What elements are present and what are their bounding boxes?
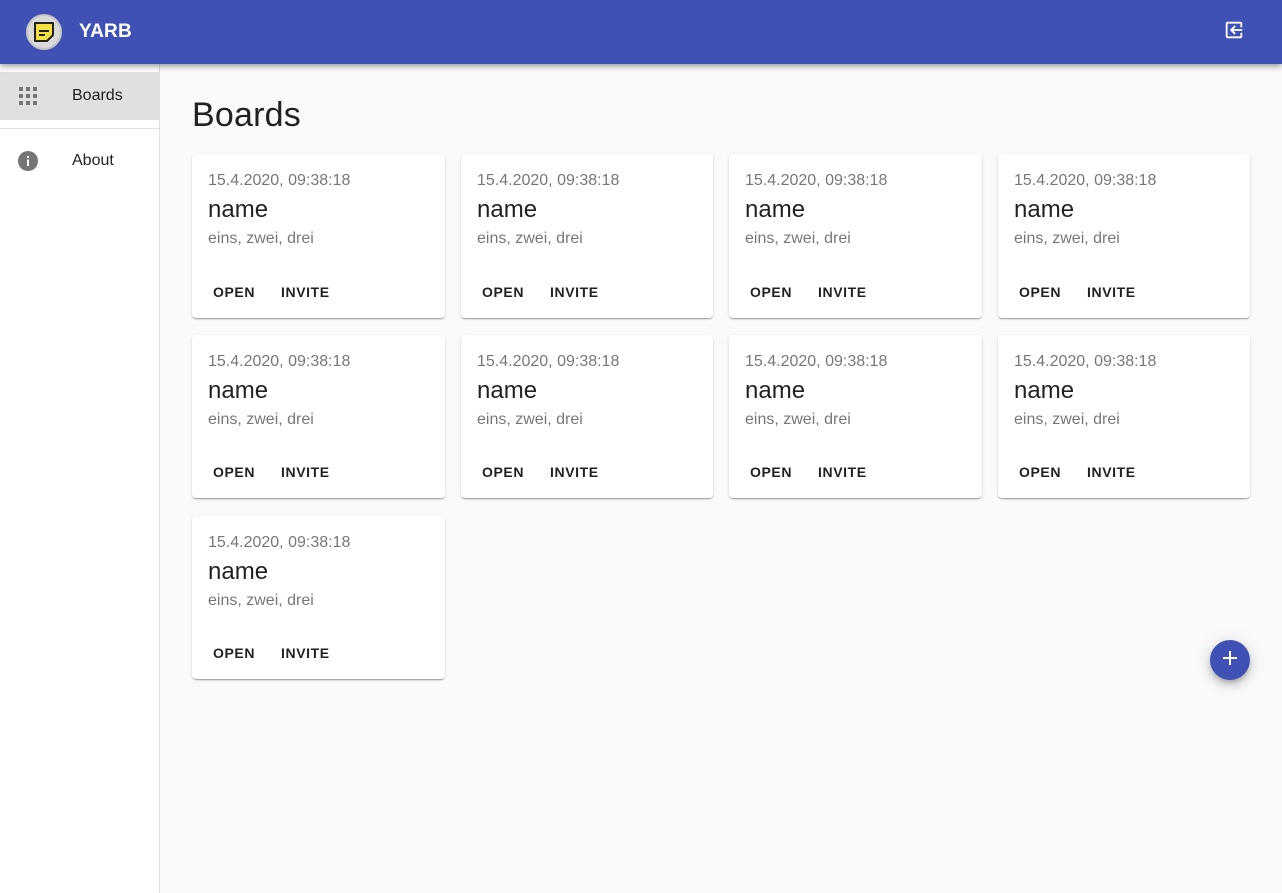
board-date: 15.4.2020, 09:38:18 (1014, 172, 1156, 190)
sticky-note-icon (26, 14, 62, 50)
apps-grid-icon (18, 86, 38, 106)
board-tags: eins, zwei, drei (477, 411, 583, 429)
board-card: 15.4.2020, 09:38:18 name eins, zwei, dre… (998, 154, 1250, 318)
exit-to-app-icon (1223, 19, 1245, 46)
board-date: 15.4.2020, 09:38:18 (1014, 353, 1156, 371)
board-tags: eins, zwei, drei (1014, 411, 1120, 429)
open-button[interactable]: OPEN (205, 456, 263, 488)
sidebar: Boards About (0, 64, 160, 893)
board-tags: eins, zwei, drei (1014, 230, 1120, 248)
board-card: 15.4.2020, 09:38:18 name eins, zwei, dre… (729, 335, 982, 498)
sidebar-item-label: About (72, 152, 114, 170)
board-name: name (1014, 196, 1074, 224)
sidebar-divider (0, 128, 159, 129)
invite-button[interactable]: INVITE (273, 456, 338, 488)
board-name: name (745, 377, 805, 405)
board-date: 15.4.2020, 09:38:18 (477, 172, 619, 190)
open-button[interactable]: OPEN (1011, 276, 1069, 308)
sidebar-item-label: Boards (72, 87, 123, 105)
open-button[interactable]: OPEN (474, 276, 532, 308)
board-card: 15.4.2020, 09:38:18 name eins, zwei, dre… (192, 335, 445, 498)
board-date: 15.4.2020, 09:38:18 (208, 353, 350, 371)
sidebar-item-about[interactable]: About (0, 137, 159, 185)
board-name: name (745, 196, 805, 224)
board-date: 15.4.2020, 09:38:18 (208, 534, 350, 552)
invite-button[interactable]: INVITE (1079, 276, 1144, 308)
board-tags: eins, zwei, drei (208, 230, 314, 248)
app-bar: YARB (0, 0, 1282, 64)
board-tags: eins, zwei, drei (208, 592, 314, 610)
invite-button[interactable]: INVITE (1079, 456, 1144, 488)
board-date: 15.4.2020, 09:38:18 (477, 353, 619, 371)
board-date: 15.4.2020, 09:38:18 (745, 172, 887, 190)
board-name: name (208, 196, 268, 224)
board-card: 15.4.2020, 09:38:18 name eins, zwei, dre… (729, 154, 982, 318)
board-name: name (477, 196, 537, 224)
board-date: 15.4.2020, 09:38:18 (208, 172, 350, 190)
logout-button[interactable] (1210, 8, 1258, 56)
invite-button[interactable]: INVITE (273, 276, 338, 308)
invite-button[interactable]: INVITE (542, 456, 607, 488)
sidebar-item-boards[interactable]: Boards (0, 72, 159, 120)
board-tags: eins, zwei, drei (477, 230, 583, 248)
invite-button[interactable]: INVITE (542, 276, 607, 308)
board-tags: eins, zwei, drei (745, 411, 851, 429)
open-button[interactable]: OPEN (205, 276, 263, 308)
board-tags: eins, zwei, drei (745, 230, 851, 248)
board-card: 15.4.2020, 09:38:18 name eins, zwei, dre… (461, 335, 713, 498)
board-name: name (208, 558, 268, 586)
board-name: name (208, 377, 268, 405)
board-card: 15.4.2020, 09:38:18 name eins, zwei, dre… (192, 154, 445, 318)
invite-button[interactable]: INVITE (810, 456, 875, 488)
add-icon (1221, 649, 1239, 672)
open-button[interactable]: OPEN (742, 456, 800, 488)
info-icon (18, 151, 38, 171)
open-button[interactable]: OPEN (474, 456, 532, 488)
open-button[interactable]: OPEN (205, 637, 263, 669)
add-board-button[interactable] (1210, 640, 1250, 680)
open-button[interactable]: OPEN (1011, 456, 1069, 488)
board-name: name (477, 377, 537, 405)
board-date: 15.4.2020, 09:38:18 (745, 353, 887, 371)
open-button[interactable]: OPEN (742, 276, 800, 308)
board-card: 15.4.2020, 09:38:18 name eins, zwei, dre… (998, 335, 1250, 498)
app-title: YARB (79, 21, 132, 43)
board-card: 15.4.2020, 09:38:18 name eins, zwei, dre… (461, 154, 713, 318)
board-card: 15.4.2020, 09:38:18 name eins, zwei, dre… (192, 516, 445, 679)
board-tags: eins, zwei, drei (208, 411, 314, 429)
page-title: Boards (192, 96, 301, 135)
invite-button[interactable]: INVITE (273, 637, 338, 669)
board-name: name (1014, 377, 1074, 405)
invite-button[interactable]: INVITE (810, 276, 875, 308)
